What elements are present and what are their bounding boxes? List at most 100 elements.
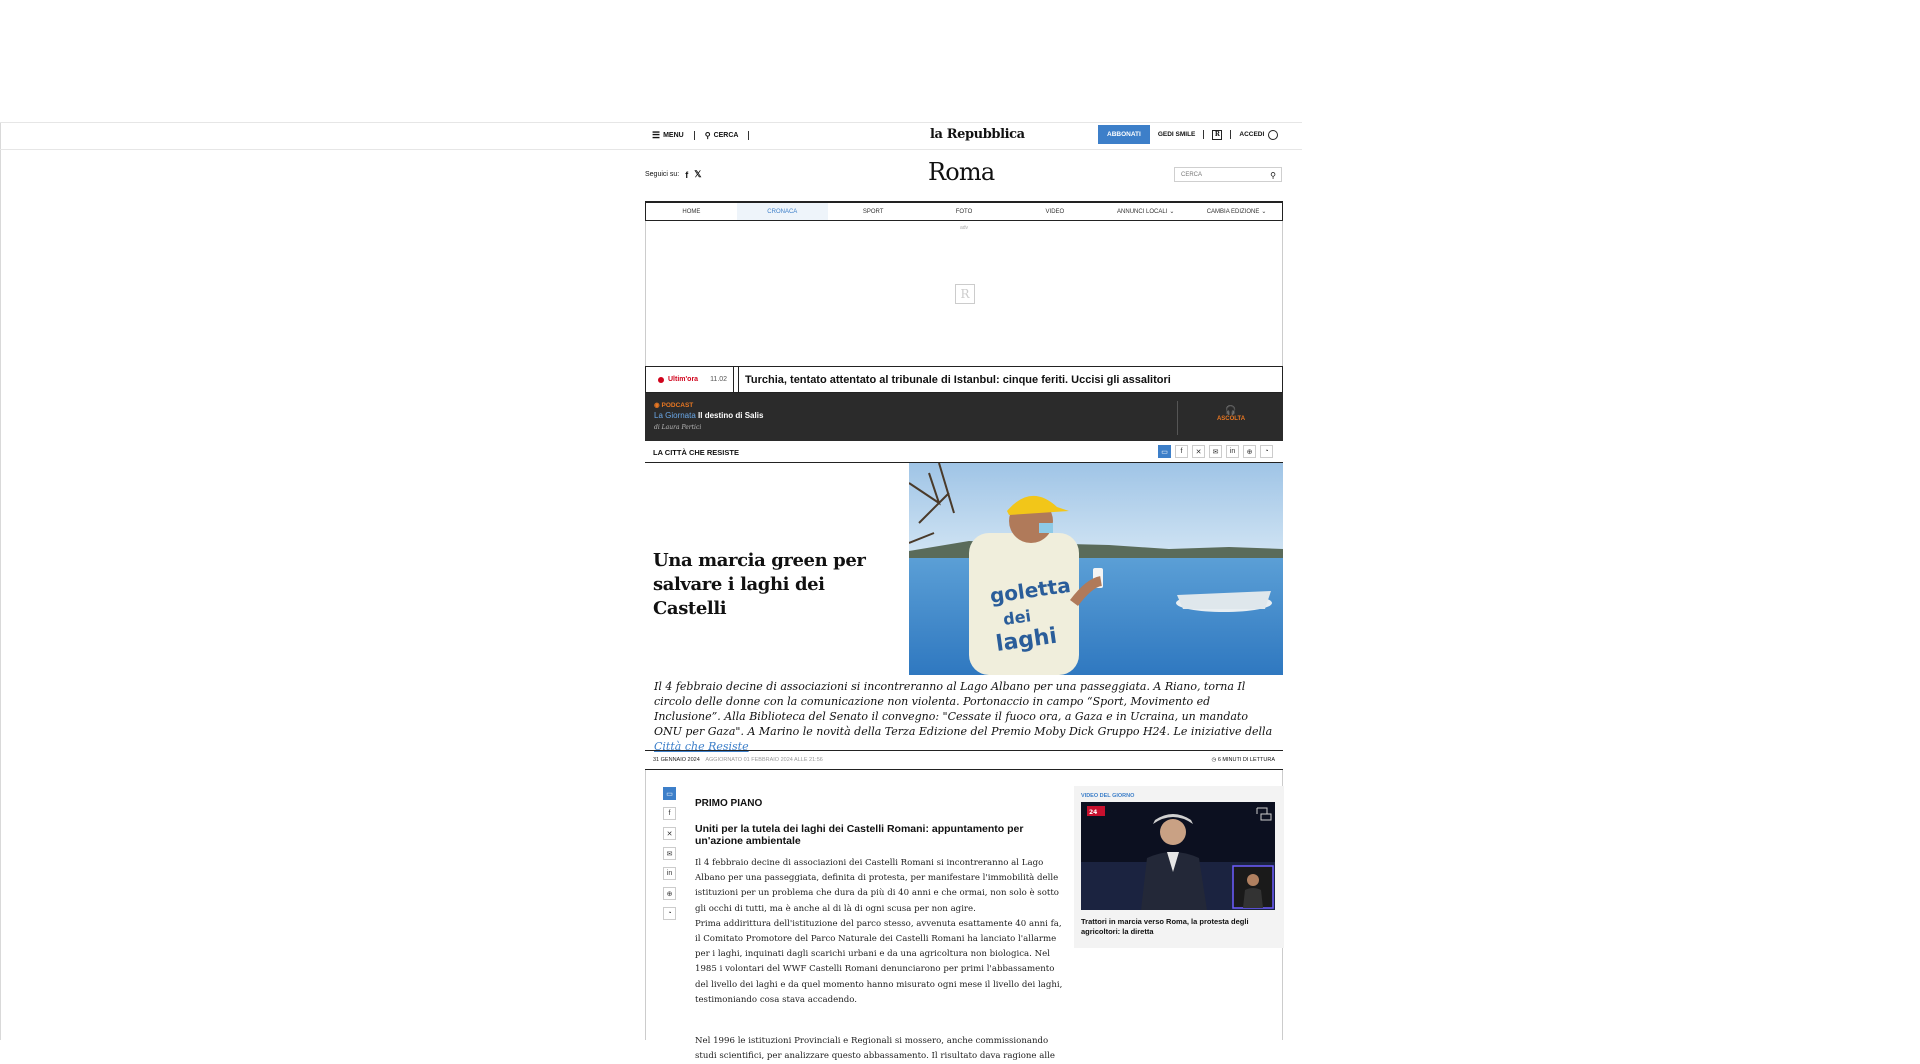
divider xyxy=(1203,130,1205,139)
nav-sport[interactable]: SPORT xyxy=(828,203,919,220)
breaking-news-bar: Ultim'ora 11.02 Turchia, tentato attenta… xyxy=(645,366,1283,393)
breaking-tag: Ultim'ora 11.02 xyxy=(646,367,734,392)
svg-text:24: 24 xyxy=(1089,809,1097,816)
search-icon[interactable]: ⚲ xyxy=(1270,171,1276,180)
link-icon[interactable]: ⊕ xyxy=(663,887,676,900)
city-search-input[interactable]: CERCA ⚲ xyxy=(1174,167,1282,182)
nav-annunci-locali[interactable]: ANNUNCI LOCALI ⌄ xyxy=(1100,203,1191,220)
comment-icon[interactable]: ▭ xyxy=(663,787,676,800)
email-icon[interactable]: ✉ xyxy=(1209,445,1222,458)
headphones-icon: 🎧 xyxy=(1225,405,1237,415)
city-title[interactable]: Roma xyxy=(928,158,995,186)
top-bar-right: ABBONATI GEDI SMILE R ACCEDI xyxy=(1098,125,1279,144)
nav-cronaca[interactable]: CRONACA xyxy=(736,203,828,220)
listen-label: ASCOLTA xyxy=(1216,416,1246,422)
whatsapp-icon[interactable]: ◔ xyxy=(663,907,676,920)
article-subtitle: Uniti per la tutela dei laghi dei Castel… xyxy=(695,823,1024,847)
subscribe-button[interactable]: ABBONATI xyxy=(1098,125,1150,144)
login-label: ACCEDI xyxy=(1239,131,1265,138)
link-icon[interactable]: ⊕ xyxy=(1243,445,1256,458)
chevron-down-icon: ⌄ xyxy=(1261,209,1267,215)
top-bar: ☰ MENU ⚲ CERCA la Repubblica ABBONATI GE… xyxy=(0,122,1302,150)
section-nav: HOME CRONACA SPORT FOTO VIDEO ANNUNCI LO… xyxy=(645,201,1283,221)
search-button[interactable]: ⚲ CERCA xyxy=(705,131,739,140)
nav-annunci-label: ANNUNCI LOCALI xyxy=(1117,208,1168,215)
lake-photo: goletta dei laghi xyxy=(909,463,1283,675)
hero-image: goletta dei laghi xyxy=(909,463,1283,675)
reading-time-text: 6 MINUTI DI LETTURA xyxy=(1217,757,1275,763)
repubblica-r-icon[interactable]: R xyxy=(1212,129,1223,140)
chevron-down-icon: ⌄ xyxy=(1169,209,1175,215)
hamburger-icon: ☰ xyxy=(652,130,661,140)
article-headline: Una marcia green per salvare i laghi dei… xyxy=(653,550,866,619)
listen-button[interactable]: 🎧 ASCOLTA xyxy=(1177,401,1284,435)
ad-placeholder-logo: R xyxy=(955,284,975,304)
article-paragraph: Nel 1996 le istituzioni Provinciali e Re… xyxy=(695,1036,1055,1062)
podcast-banner[interactable]: ◉ PODCAST La Giornata Il destino di Sali… xyxy=(645,393,1283,441)
nav-video[interactable]: VIDEO xyxy=(1009,203,1100,220)
login-button[interactable]: ACCEDI xyxy=(1239,129,1279,140)
summary-text: Il 4 febbraio decine di associazioni si … xyxy=(654,680,1273,738)
x-icon[interactable]: 𝕏 xyxy=(694,169,701,180)
ad-banner[interactable]: adv R xyxy=(645,221,1283,366)
follow-us: Seguici su: f 𝕏 xyxy=(645,169,702,180)
facebook-icon[interactable]: f xyxy=(663,807,676,820)
video-caption[interactable]: Trattori in marcia verso Roma, la protes… xyxy=(1081,917,1271,937)
podcast-episode: Il destino di Salis xyxy=(698,411,764,420)
vertical-share-bar: ▭ f ✕ ✉ in ⊕ ◔ xyxy=(663,787,676,920)
x-icon[interactable]: ✕ xyxy=(663,827,676,840)
podcast-kicker-label: PODCAST xyxy=(661,402,694,409)
nav-foto[interactable]: FOTO xyxy=(919,203,1010,220)
nav-cambia-edizione[interactable]: CAMBIA EDIZIONE ⌄ xyxy=(1191,203,1282,220)
linkedin-icon[interactable]: in xyxy=(1226,445,1239,458)
divider xyxy=(748,131,750,140)
breaking-headline[interactable]: Turchia, tentato attentato al tribunale … xyxy=(738,367,1282,392)
video-label: VIDEO DEL GIORNO xyxy=(1081,793,1135,799)
nav-home[interactable]: HOME xyxy=(646,203,737,220)
updated-text: AGGIORNATO 01 FEBBRAIO 2024 ALLE 21:56 xyxy=(705,757,823,763)
left-edge-line xyxy=(0,122,1,1040)
article-kicker: PRIMO PIANO xyxy=(695,798,763,809)
breaking-label: Ultim'ora xyxy=(668,376,699,383)
x-icon[interactable]: ✕ xyxy=(1192,445,1205,458)
linkedin-icon[interactable]: in xyxy=(663,867,676,880)
article-meta: 31 GENNAIO 2024 AGGIORNATO 01 FEBBRAIO 2… xyxy=(645,750,1283,770)
gedi-smile-link[interactable]: GEDI SMILE xyxy=(1158,131,1196,138)
live-dot-icon xyxy=(658,376,664,383)
article-paragraph: Il 4 febbraio decine di associazioni dei… xyxy=(695,858,1059,914)
article-summary: Il 4 febbraio decine di associazioni si … xyxy=(654,679,1274,754)
svg-text:dei: dei xyxy=(1002,606,1032,629)
follow-label: Seguici su: xyxy=(645,171,680,178)
breaking-time: 11.02 xyxy=(710,376,728,383)
user-icon xyxy=(1268,129,1279,140)
comment-icon[interactable]: ▭ xyxy=(1158,445,1171,458)
menu-button[interactable]: ☰ MENU xyxy=(652,130,684,141)
podcast-title: La Giornata Il destino di Salis xyxy=(654,411,763,420)
publish-date: 31 GENNAIO 2024 AGGIORNATO 01 FEBBRAIO 2… xyxy=(653,757,823,763)
podcast-kicker: ◉ PODCAST xyxy=(654,401,693,409)
menu-label: MENU xyxy=(663,132,684,139)
section-label[interactable]: LA CITTÀ CHE RESISTE xyxy=(653,448,739,457)
video-thumbnail[interactable]: 24 xyxy=(1081,802,1275,910)
reading-time: ◷ 6 MINUTI DI LETTURA xyxy=(1212,757,1276,763)
facebook-icon[interactable]: f xyxy=(1175,445,1188,458)
video-frame: 24 xyxy=(1081,802,1275,910)
facebook-icon[interactable]: f xyxy=(685,170,688,180)
search-icon: ⚲ xyxy=(704,131,711,140)
whatsapp-icon[interactable]: ◔ xyxy=(1260,445,1273,458)
podcast-icon: ◉ xyxy=(654,402,660,409)
city-search-placeholder: CERCA xyxy=(1181,172,1203,178)
date-text: 31 GENNAIO 2024 xyxy=(653,757,700,763)
podcast-show: La Giornata xyxy=(654,411,696,420)
divider xyxy=(1230,130,1232,139)
email-icon[interactable]: ✉ xyxy=(663,847,676,860)
video-of-the-day[interactable]: VIDEO DEL GIORNO 24 Trattori in marcia v… xyxy=(1074,786,1284,948)
brand-logo[interactable]: la Repubblica xyxy=(930,127,1025,142)
search-label: CERCA xyxy=(713,132,739,139)
share-icons: ▭ f ✕ ✉ in ⊕ ◔ xyxy=(1158,445,1273,458)
nav-edizione-label: CAMBIA EDIZIONE xyxy=(1206,208,1260,215)
share-bar: LA CITTÀ CHE RESISTE ▭ f ✕ ✉ in ⊕ ◔ xyxy=(645,441,1283,463)
hero: Una marcia green per salvare i laghi dei… xyxy=(645,463,1283,675)
clock-icon: ◷ xyxy=(1211,757,1217,763)
article-paragraph: Prima addirittura dell'istituzione del p… xyxy=(695,918,1063,1005)
